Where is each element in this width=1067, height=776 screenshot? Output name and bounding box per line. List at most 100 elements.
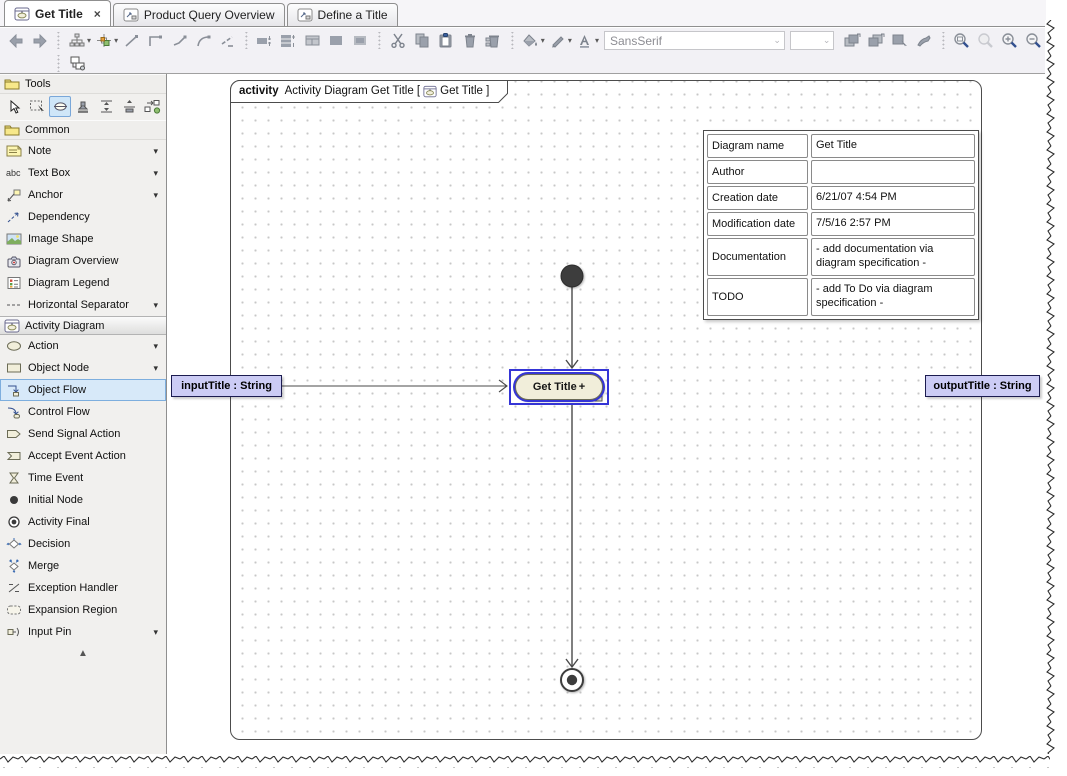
marquee-select-tool[interactable] — [26, 96, 48, 117]
chevron-down-icon[interactable]: ▾ — [153, 146, 162, 157]
back-icon[interactable] — [4, 29, 28, 52]
image-shape-icon — [6, 233, 22, 245]
diagram-layout-caret-icon[interactable]: ▾ — [87, 36, 91, 45]
palette-item-activity-final[interactable]: Activity Final — [0, 511, 166, 533]
palette-item-horizontal-separator[interactable]: Horizontal Separator ▾ — [0, 294, 166, 316]
select-in-tree-icon[interactable] — [889, 29, 913, 52]
font-family-combo[interactable]: SansSerif ⌄ — [603, 31, 785, 50]
palette-item-accept-event-action[interactable]: Accept Event Action — [0, 445, 166, 467]
pointer-tool[interactable] — [3, 96, 25, 117]
path-rectilinear-icon[interactable] — [143, 29, 167, 52]
tab-get-title[interactable]: Get Title × — [4, 0, 111, 26]
edit-appearance-icon[interactable] — [913, 29, 937, 52]
output-pin-label[interactable]: outputTitle : String — [925, 375, 1040, 397]
center-vertical-tool[interactable] — [118, 96, 140, 117]
path-straight-icon[interactable] — [119, 29, 143, 52]
palette-item-expansion-region[interactable]: Expansion Region — [0, 599, 166, 621]
show-ports-icon[interactable] — [252, 29, 276, 52]
palette-item-exception-handler[interactable]: Exception Handler — [0, 577, 166, 599]
activity-diagram-section-header[interactable]: Activity Diagram — [0, 316, 166, 335]
tab-define-a-title[interactable]: Define a Title — [286, 3, 398, 26]
palette-item-label: Activity Final — [28, 516, 90, 528]
tab-product-query-overview[interactable]: Product Query Overview — [112, 3, 285, 26]
palette-item-object-node[interactable]: Object Node ▾ — [0, 357, 166, 379]
info-label: Creation date — [707, 186, 808, 210]
chevron-down-icon[interactable]: ▾ — [153, 300, 162, 311]
palette-item-object-flow[interactable]: Object Flow — [0, 379, 166, 401]
palette-item-note[interactable]: Note ▾ — [0, 140, 166, 162]
palette-item-anchor[interactable]: Anchor ▾ — [0, 184, 166, 206]
palette-item-send-signal-action[interactable]: Send Signal Action — [0, 423, 166, 445]
palette-item-time-event[interactable]: Time Event — [0, 467, 166, 489]
font-color-icon[interactable] — [573, 29, 597, 52]
show-compartments-icon[interactable] — [276, 29, 300, 52]
font-size-combo[interactable]: ⌄ — [789, 31, 835, 50]
font-color-caret-icon[interactable]: ▾ — [595, 36, 599, 45]
chevron-down-icon[interactable]: ▾ — [153, 627, 162, 638]
show-frame-icon[interactable] — [349, 29, 373, 52]
palette-item-input-pin[interactable]: Input Pin ▾ — [0, 621, 166, 643]
initial-node — [560, 264, 584, 288]
show-diagram-info-icon[interactable] — [300, 29, 324, 52]
containment-tree-icon[interactable] — [65, 52, 90, 75]
input-pin-label[interactable]: inputTitle : String — [171, 375, 282, 397]
chevron-down-icon[interactable]: ▾ — [153, 168, 162, 179]
torn-edge-right — [1045, 20, 1067, 771]
forward-icon[interactable] — [28, 29, 52, 52]
dependency-icon — [7, 212, 19, 223]
zoom-out-icon[interactable] — [1022, 29, 1046, 52]
palette-item-control-flow[interactable]: Control Flow — [0, 401, 166, 423]
add-pin-manipulator[interactable]: + — [579, 381, 585, 393]
chevron-down-icon[interactable]: ▾ — [153, 341, 162, 352]
palette-scroll-up-button[interactable]: ▲ — [0, 643, 166, 659]
show-shape-icon[interactable] — [325, 29, 349, 52]
connector-tool[interactable] — [49, 96, 71, 117]
tab-close-icon[interactable]: × — [94, 7, 101, 21]
stamp-tool[interactable] — [72, 96, 94, 117]
chevron-down-icon[interactable]: ▾ — [153, 363, 162, 374]
diagram-legend-icon — [7, 277, 21, 289]
palette-item-image-shape[interactable]: Image Shape — [0, 228, 166, 250]
palette-item-text-box[interactable]: abc Text Box ▾ — [0, 162, 166, 184]
delete-from-model-icon[interactable] — [482, 29, 506, 52]
to-back-icon[interactable] — [865, 29, 889, 52]
paste-icon[interactable] — [434, 29, 458, 52]
palette-item-merge[interactable]: Merge — [0, 555, 166, 577]
line-color-icon[interactable] — [546, 29, 570, 52]
fill-color-icon[interactable] — [519, 29, 543, 52]
quick-layout-icon[interactable] — [92, 29, 116, 52]
table-row: Creation date 6/21/07 4:54 PM — [707, 186, 975, 210]
palette-item-decision[interactable]: Decision — [0, 533, 166, 555]
diagram-canvas[interactable]: activity Activity Diagram Get Title [ Ge… — [167, 74, 1044, 754]
action-node-get-title[interactable]: Get Title + — [515, 374, 603, 400]
palette-item-dependency[interactable]: Dependency — [0, 206, 166, 228]
info-label: Documentation — [707, 238, 808, 276]
path-oblique-icon[interactable] — [167, 29, 191, 52]
cut-icon[interactable] — [386, 29, 410, 52]
palette-item-action[interactable]: Action ▾ — [0, 335, 166, 357]
to-front-icon[interactable] — [840, 29, 864, 52]
fill-color-caret-icon[interactable]: ▾ — [541, 36, 545, 45]
zoom-area-icon[interactable] — [950, 29, 974, 52]
path-bezier-icon[interactable] — [191, 29, 215, 52]
change-tool[interactable] — [141, 96, 163, 117]
distribute-vertical-tool[interactable] — [95, 96, 117, 117]
diagram-layout-icon[interactable] — [65, 29, 89, 52]
tools-section-header[interactable]: Tools — [0, 74, 166, 94]
palette-item-initial-node[interactable]: Initial Node — [0, 489, 166, 511]
copy-icon[interactable] — [410, 29, 434, 52]
palette-item-diagram-legend[interactable]: Diagram Legend — [0, 272, 166, 294]
quick-layout-caret-icon[interactable]: ▾ — [114, 36, 118, 45]
zoom-selection-icon[interactable] — [974, 29, 998, 52]
delete-icon[interactable] — [458, 29, 482, 52]
zoom-in-icon[interactable] — [998, 29, 1022, 52]
send-signal-action-icon — [7, 430, 21, 438]
tab-label: Get Title — [35, 6, 83, 21]
path-custom-icon[interactable] — [215, 29, 239, 52]
line-color-caret-icon[interactable]: ▾ — [568, 36, 572, 45]
diagram-info-table[interactable]: Diagram name Get Title Author Creation d… — [703, 130, 979, 320]
palette-item-diagram-overview[interactable]: Diagram Overview — [0, 250, 166, 272]
chevron-down-icon[interactable]: ▾ — [153, 190, 162, 201]
info-value: Get Title — [811, 134, 975, 158]
common-section-header[interactable]: Common — [0, 120, 166, 140]
